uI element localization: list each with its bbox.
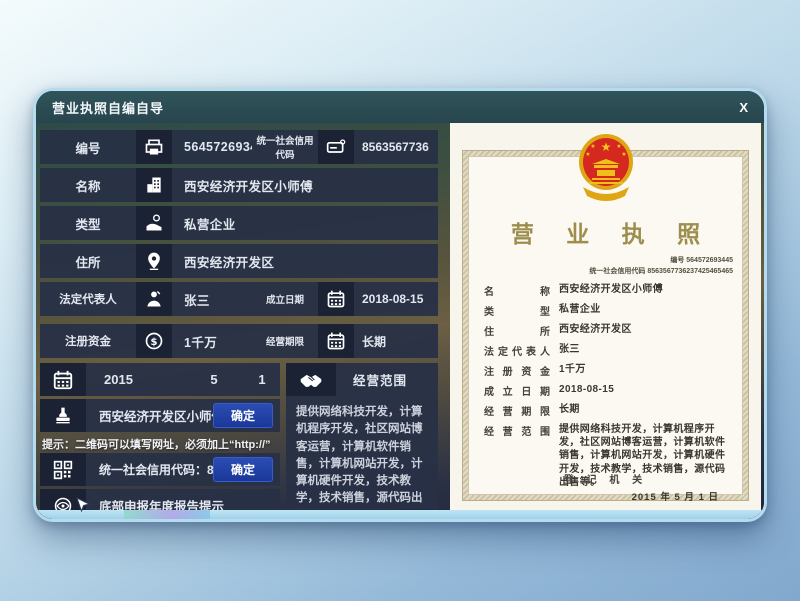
window-body: 编号 5645726934 统一社会信用代码 8563567736 名称 西安经… [36,123,764,519]
capital-label: 注册资金 [40,333,136,349]
printer-icon [136,130,172,164]
mouse-cursor [76,497,90,520]
credit-code-label: 统一社会信用代码 [252,133,318,161]
qr-confirm-button[interactable]: 确定 [213,457,273,482]
dollar-coin-icon: $ [136,324,172,358]
building-icon [136,168,172,202]
card-pen-icon [318,130,354,164]
type-value[interactable]: 私营企业 [172,214,438,233]
row-serial: 编号 5645726934 统一社会信用代码 8563567736 [40,130,438,164]
license-field-name: 名 称 西安经济开发区小师傅 [484,283,735,298]
license-field-type: 类 型 私营企业 [484,303,735,318]
handshake-icon [286,363,336,396]
legal-value[interactable]: 张三 [172,290,252,309]
stamp-icon [40,399,86,432]
license-field-term: 经 营 期 限 长期 [484,403,735,418]
issue-date-row: 2015 5 1 [40,363,280,396]
window-title: 营业执照自编自导 [52,98,164,117]
license-preview: ★ ★ ★ ★ ★ 营 业 执 照 编号 564572693445 统一社会信用… [450,123,761,513]
person-icon [136,282,172,316]
svg-text:$: $ [151,337,158,348]
svg-text:★: ★ [600,140,611,154]
row-type: 类型 私营企业 [40,206,438,240]
svg-text:★: ★ [621,151,626,158]
license-title: 营 业 执 照 [450,215,761,249]
founded-label: 成立日期 [252,292,318,306]
hand-coin-icon [136,206,172,240]
stamp-row: 西安经济开发区小师傅 确定 [40,399,280,432]
scope-title: 经营范围 [336,370,438,389]
row-capital: 注册资金 $ 1千万 经营期限 长期 [40,324,438,358]
scope-panel: 经营范围 提供网络科技开发，计算机程序开发，社区网站博客运营，计算机软件销售，计… [286,363,438,509]
license-field-founded: 成 立 日 期 2018-08-15 [484,383,735,398]
issue-day-field[interactable]: 1 [244,372,280,387]
license-editor-window: 营业执照自编自导 X 编号 5645726934 统一社会信用代码 856356… [33,88,767,522]
row-address: 住所 西安经济开发区 [40,244,438,278]
name-label: 名称 [40,176,136,195]
legal-label: 法定代表人 [40,291,136,307]
qr-code-icon [40,453,86,486]
stamp-text-field[interactable]: 西安经济开发区小师傅 [86,406,213,425]
license-field-address: 住 所 西安经济开发区 [484,323,735,338]
term-value[interactable]: 长期 [354,333,438,350]
license-fields: 名 称 西安经济开发区小师傅 类 型 私营企业 住 所 西安经济开发区 法定代表… [484,283,735,494]
license-serials: 编号 564572693445 统一社会信用代码 856356773623742… [589,255,733,277]
license-field-capital: 注 册 资 金 1千万 [484,363,735,378]
license-issue-date: 2015 年 5 月 1 日 [632,489,719,503]
form-rows: 编号 5645726934 统一社会信用代码 8563567736 名称 西安经… [40,130,438,358]
type-label: 类型 [40,214,136,233]
calendar-icon [318,282,354,316]
issue-year-field[interactable]: 2015 [86,372,184,387]
founded-value[interactable]: 2018-08-15 [354,292,438,306]
scope-text-field[interactable]: 提供网络科技开发，计算机程序开发，社区网站博客运营，计算机软件销售，计算机网站开… [286,396,438,509]
qr-row: 统一社会信用代码：8563567 确定 [40,453,280,486]
svg-text:★: ★ [585,151,590,158]
credit-code-value[interactable]: 8563567736 [354,140,438,154]
license-serial-line: 编号 564572693445 [589,255,733,266]
qr-hint-text: 提示：二维码可以填写网址，必须加上“http://” [42,436,280,451]
address-value[interactable]: 西安经济开发区 [172,252,438,271]
svg-text:★: ★ [616,143,621,150]
license-code-line: 统一社会信用代码 8563567736237425465465 [589,266,733,277]
national-emblem-icon: ★ ★ ★ ★ ★ [575,131,637,212]
address-label: 住所 [40,252,136,271]
calendar-icon [318,324,354,358]
title-bar: 营业执照自编自导 X [36,91,764,123]
calendar-icon [40,363,86,396]
license-registrar: 登 记 机 关 [450,471,761,486]
license-field-legal: 法定代表人 张三 [484,343,735,358]
row-name: 名称 西安经济开发区小师傅 [40,168,438,202]
capital-value[interactable]: 1千万 [172,332,252,351]
stamp-confirm-button[interactable]: 确定 [213,403,273,428]
location-pin-icon [136,244,172,278]
qr-code-field[interactable]: 统一社会信用代码：8563567 [86,461,213,478]
row-legal: 法定代表人 张三 成立日期 2018-08-15 [40,282,438,316]
svg-text:★: ★ [590,143,595,150]
term-label: 经营期限 [252,334,318,348]
serial-label: 编号 [40,138,136,157]
name-value[interactable]: 西安经济开发区小师傅 [172,176,438,195]
close-button[interactable]: X [739,100,748,115]
issue-month-field[interactable]: 5 [184,372,244,387]
rim-color-strip [124,510,210,519]
scope-header: 经营范围 [286,363,438,396]
serial-value[interactable]: 5645726934 [172,140,252,154]
